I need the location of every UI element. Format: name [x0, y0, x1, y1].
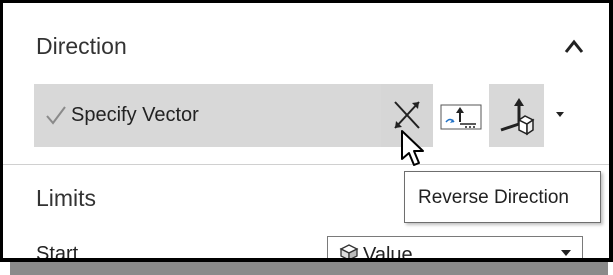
frame-border-right: [609, 0, 613, 262]
frame-border-top: [0, 0, 613, 3]
section-divider: [3, 164, 609, 165]
vector-3d-icon: [500, 98, 535, 136]
tooltip-text: Reverse Direction: [418, 187, 569, 208]
frame-border-left: [0, 0, 3, 262]
mouse-cursor-icon: [401, 130, 424, 166]
chevron-down-icon: [556, 112, 564, 117]
direction-section-title: Direction: [36, 33, 127, 59]
vector-3d-button[interactable]: [489, 84, 544, 147]
vector-options-dropdown[interactable]: [546, 84, 572, 147]
limits-section-title: Limits: [36, 185, 97, 211]
specify-vector-label: Specify Vector: [71, 104, 199, 126]
select-chevron-down-icon: [561, 250, 571, 256]
chevron-up-icon[interactable]: [563, 36, 585, 56]
dialog-panel: Direction Specify Vector Limits Start Va…: [0, 0, 613, 275]
frame-shadow: [10, 262, 608, 275]
inferred-vector-button[interactable]: [436, 84, 486, 147]
check-icon: [46, 106, 66, 125]
inferred-vector-icon: [440, 104, 482, 130]
